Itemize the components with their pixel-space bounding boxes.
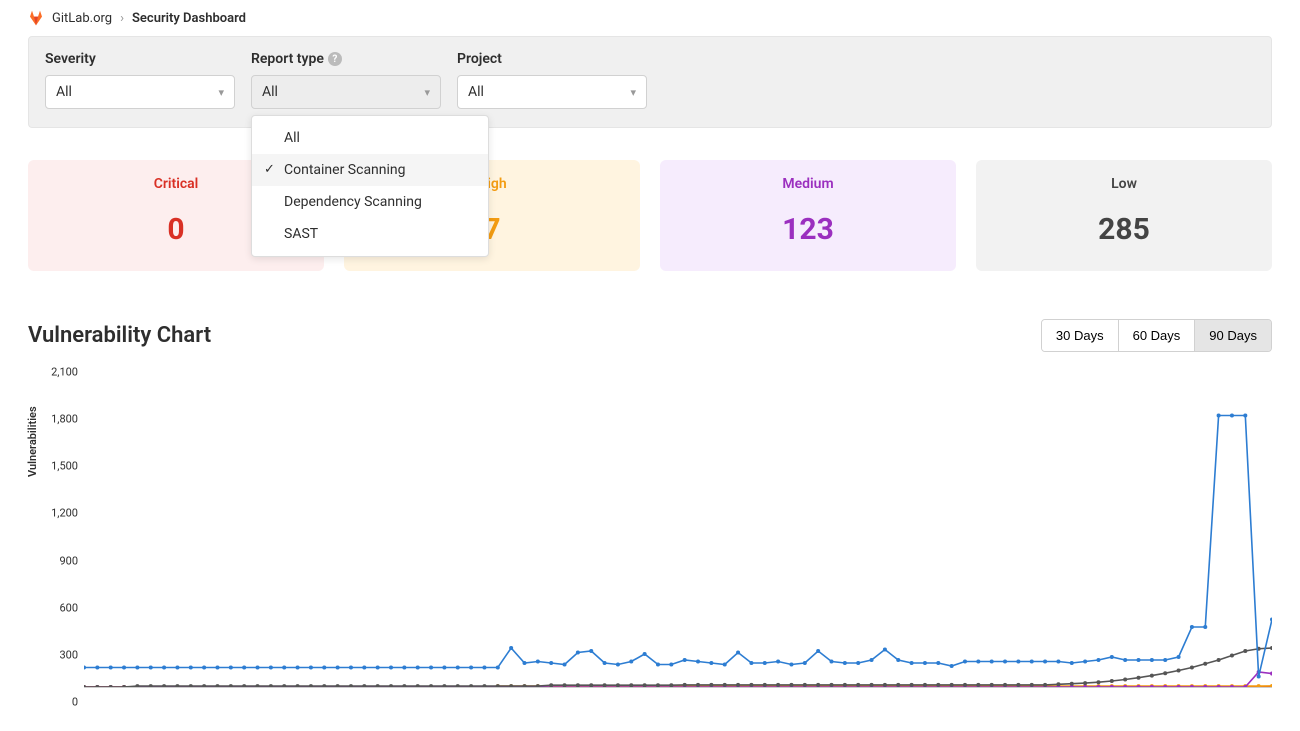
severity-select-value: All [56, 84, 72, 100]
chart-title: Vulnerability Chart [28, 323, 211, 348]
range-90-days[interactable]: 90 Days [1194, 320, 1271, 351]
range-30-days[interactable]: 30 Days [1042, 320, 1118, 351]
gitlab-logo-icon [28, 10, 44, 26]
report-type-dropdown: All Container Scanning Dependency Scanni… [251, 115, 489, 257]
breadcrumb-org[interactable]: GitLab.org [52, 11, 112, 26]
dropdown-item-container-scanning[interactable]: Container Scanning [252, 154, 488, 186]
filter-severity: Severity All ▾ [45, 51, 235, 109]
card-low-value: 285 [976, 212, 1272, 247]
filter-bar: Severity All ▾ Report type ? All ▾ All C… [28, 36, 1272, 128]
filter-project: Project All ▾ [457, 51, 647, 109]
range-60-days[interactable]: 60 Days [1118, 320, 1195, 351]
chevron-down-icon: ▾ [424, 86, 430, 99]
vulnerability-chart [84, 372, 1272, 688]
breadcrumb: GitLab.org › Security Dashboard [0, 0, 1300, 36]
report-type-select[interactable]: All ▾ [251, 75, 441, 109]
range-button-group: 30 Days 60 Days 90 Days [1041, 319, 1272, 352]
breadcrumb-current: Security Dashboard [132, 11, 246, 26]
card-medium-label: Medium [660, 176, 956, 192]
chevron-right-icon: › [120, 11, 124, 26]
help-icon[interactable]: ? [328, 52, 342, 66]
project-select-value: All [468, 84, 484, 100]
report-type-select-value: All [262, 84, 278, 100]
card-medium-value: 123 [660, 212, 956, 247]
filter-report-type-label: Report type ? [251, 51, 441, 67]
chevron-down-icon: ▾ [218, 86, 224, 99]
card-low-label: Low [976, 176, 1272, 192]
dropdown-item-dependency-scanning[interactable]: Dependency Scanning [252, 186, 488, 218]
project-select[interactable]: All ▾ [457, 75, 647, 109]
chart-ylabel: Vulnerabilities [26, 406, 39, 477]
chart-section: Vulnerability Chart 30 Days 60 Days 90 D… [28, 319, 1272, 702]
card-medium[interactable]: Medium 123 [660, 160, 956, 271]
severity-select[interactable]: All ▾ [45, 75, 235, 109]
filter-project-label: Project [457, 51, 647, 67]
dropdown-item-sast[interactable]: SAST [252, 218, 488, 250]
chevron-down-icon: ▾ [630, 86, 636, 99]
filter-report-type: Report type ? All ▾ All Container Scanni… [251, 51, 441, 109]
summary-cards: Critical 0 High 7 Medium 123 Low 285 [28, 160, 1272, 271]
card-low[interactable]: Low 285 [976, 160, 1272, 271]
chart-area: Vulnerabilities 03006009001,2001,5001,80… [28, 372, 1272, 702]
dropdown-item-all[interactable]: All [252, 122, 488, 154]
filter-severity-label: Severity [45, 51, 235, 67]
